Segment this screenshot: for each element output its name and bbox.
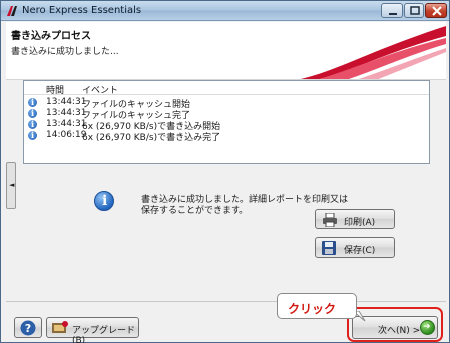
footer-divider [6, 301, 446, 302]
next-button-label: 次へ(N) > [378, 326, 421, 336]
page-title: 書き込みプロセス [11, 31, 91, 42]
side-panel-toggle[interactable]: ◄ [6, 162, 16, 209]
log-header: 時間 イベント [24, 81, 429, 96]
log-row[interactable]: 13:44:31 ファイルのキャッシュ完了 [24, 108, 429, 121]
help-icon: ? [20, 320, 36, 336]
arrow-right-icon [420, 320, 435, 335]
info-icon [28, 108, 37, 118]
print-button-label: 印刷(A) [344, 218, 376, 228]
minimize-button[interactable] [381, 3, 403, 18]
column-header-time[interactable]: 時間 [46, 83, 64, 96]
wizard-header: 書き込みプロセス 書き込みに成功しました... [6, 22, 446, 80]
save-button[interactable]: 保存(C) [315, 237, 395, 258]
nero-window: Nero Express Essentials 書き込みプロセス 書き込みに成功… [0, 0, 450, 343]
log-time: 13:44:31 [46, 119, 87, 129]
title-bar[interactable]: Nero Express Essentials [1, 1, 449, 21]
log-row[interactable]: 14:06:19 6x (26,970 KB/s)で書き込み完了 [24, 130, 429, 143]
info-icon [28, 119, 37, 129]
upgrade-button-label: アップグレード(B) [72, 326, 136, 343]
event-log[interactable]: 時間 イベント 13:44:31 ファイルのキャッシュ開始 13:44:31 フ… [23, 80, 430, 164]
info-icon [28, 97, 37, 107]
callout-label: クリック [288, 302, 337, 316]
upgrade-icon [52, 321, 68, 333]
log-row[interactable]: 13:44:31 6x (26,970 KB/s)で書き込み開始 [24, 119, 429, 132]
column-header-event[interactable]: イベント [82, 83, 118, 96]
log-time: 13:44:31 [46, 108, 87, 118]
close-button[interactable] [425, 3, 447, 18]
upgrade-button[interactable]: アップグレード(B) [46, 317, 139, 343]
triangle-left-icon: ◄ [9, 181, 15, 189]
nero-wave-logo [300, 26, 446, 79]
click-callout: クリック [277, 293, 357, 319]
log-row[interactable]: 13:44:31 ファイルのキャッシュ開始 [24, 97, 429, 110]
close-icon [432, 6, 442, 16]
log-time: 13:44:31 [46, 97, 87, 107]
maximize-button[interactable] [404, 3, 424, 18]
svg-text:?: ? [25, 322, 31, 335]
printer-icon [323, 213, 337, 227]
help-button[interactable]: ? [14, 317, 42, 338]
floppy-disk-icon [322, 241, 336, 255]
log-time: 14:06:19 [46, 130, 87, 140]
save-button-label: 保存(C) [344, 246, 376, 256]
minimize-icon [389, 13, 397, 15]
info-icon [28, 130, 37, 140]
window-title: Nero Express Essentials [22, 5, 142, 16]
print-button[interactable]: 印刷(A) [315, 209, 395, 229]
info-icon [94, 191, 114, 211]
nero-app-icon [7, 6, 17, 16]
log-event: 6x (26,970 KB/s)で書き込み完了 [82, 133, 221, 143]
page-subtitle: 書き込みに成功しました... [11, 47, 119, 57]
success-message-line2: 保存することができます。 [141, 206, 249, 216]
maximize-icon [410, 6, 420, 15]
